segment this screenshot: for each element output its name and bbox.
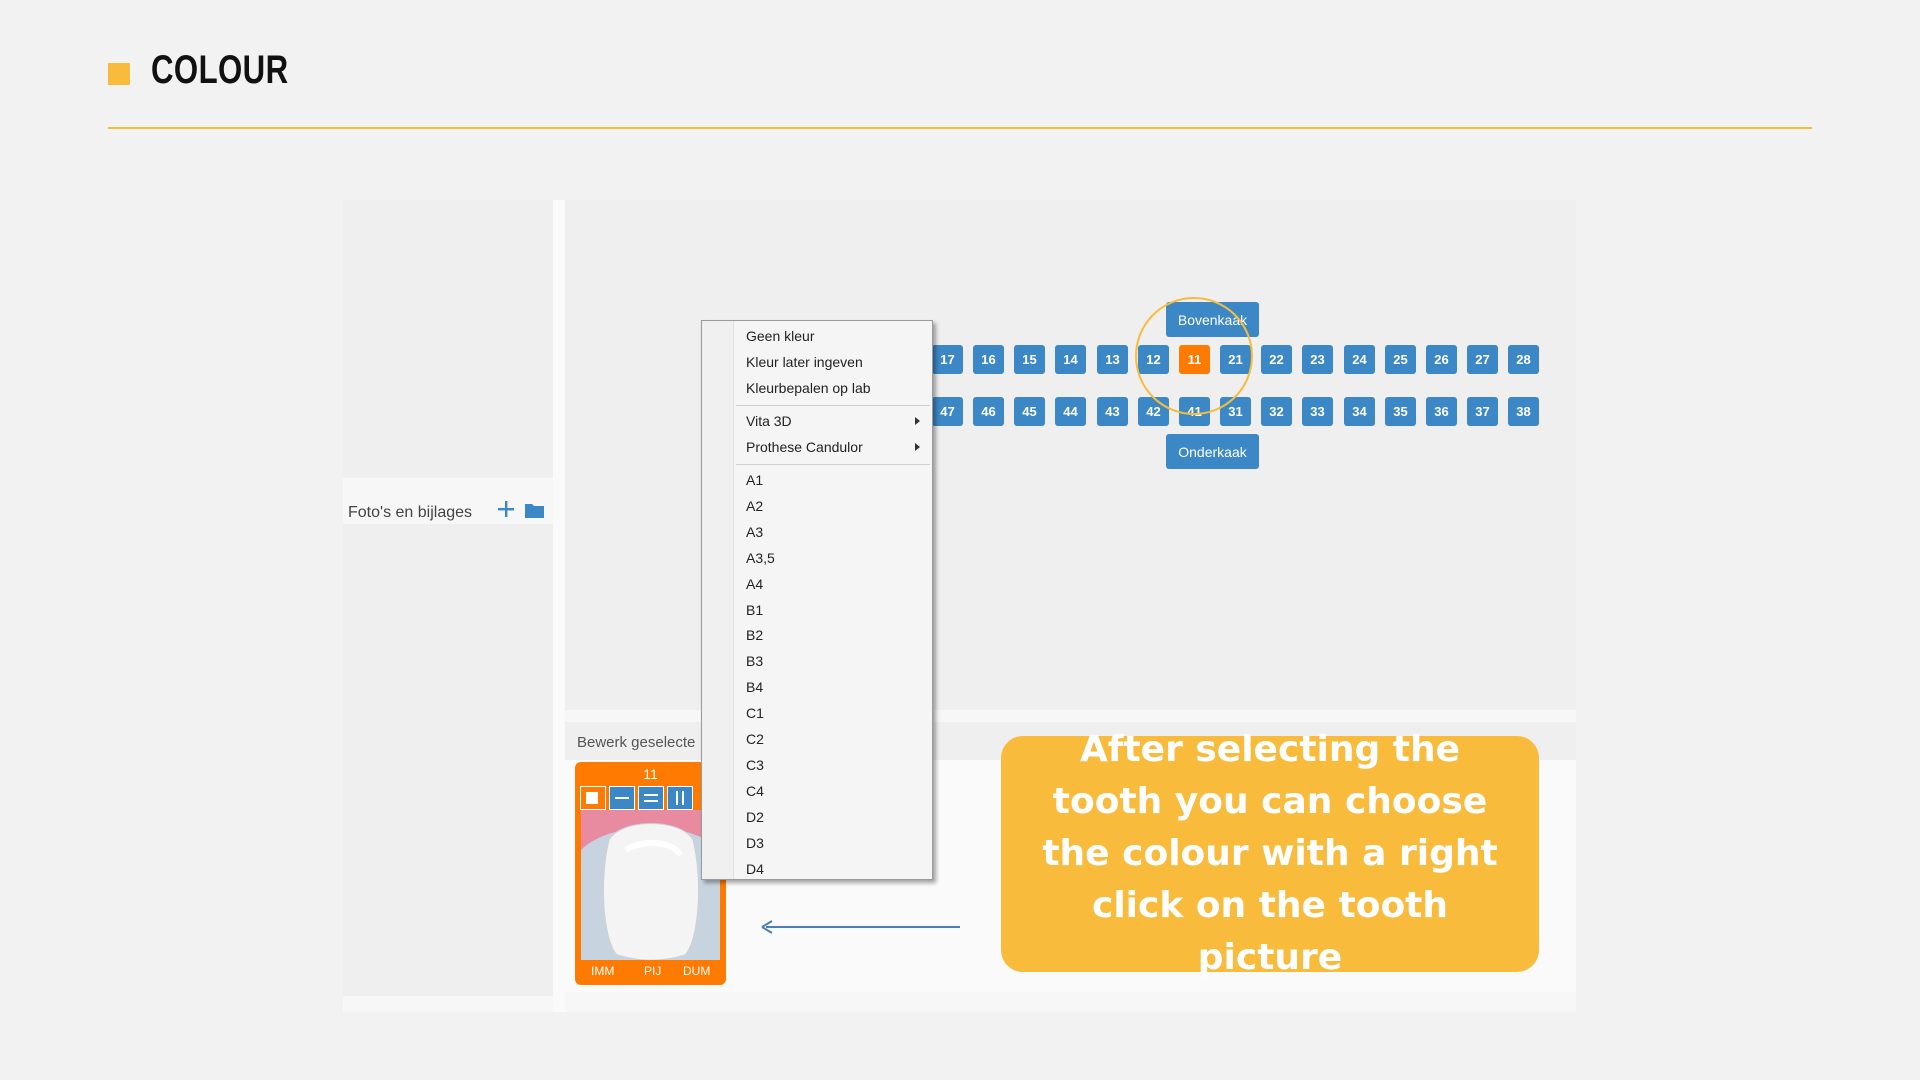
slide-title: COLOUR bbox=[151, 48, 289, 92]
left-panel-bottom bbox=[343, 524, 553, 996]
card-footer-dum[interactable]: DUM bbox=[683, 964, 710, 978]
panel-separator bbox=[553, 200, 565, 1012]
submenu-arrow-icon bbox=[915, 417, 920, 425]
tooth-23[interactable]: 23 bbox=[1302, 345, 1333, 374]
title-divider bbox=[108, 127, 1812, 129]
tooth-38[interactable]: 38 bbox=[1508, 397, 1539, 426]
tooth-25[interactable]: 25 bbox=[1385, 345, 1416, 374]
menu-item-shade[interactable]: A3 bbox=[746, 520, 926, 544]
menu-item-shade[interactable]: B2 bbox=[746, 623, 926, 647]
menu-item-shade[interactable]: C4 bbox=[746, 779, 926, 803]
plus-icon[interactable] bbox=[497, 500, 515, 518]
menu-item-shade[interactable]: D3 bbox=[746, 831, 926, 855]
menu-item-shade[interactable]: C3 bbox=[746, 753, 926, 777]
tooth-24[interactable]: 24 bbox=[1344, 345, 1375, 374]
tooth-43[interactable]: 43 bbox=[1097, 397, 1128, 426]
menu-item-shade[interactable]: C1 bbox=[746, 701, 926, 725]
tooth-17[interactable]: 17 bbox=[932, 345, 963, 374]
menu-item-option[interactable]: Geen kleur bbox=[746, 324, 926, 348]
menu-icon-gutter bbox=[702, 321, 734, 879]
instruction-callout: After selecting the tooth you can choose… bbox=[1001, 729, 1539, 978]
tooth-15[interactable]: 15 bbox=[1014, 345, 1045, 374]
selection-highlight-circle bbox=[1135, 297, 1253, 415]
card-footer-imm[interactable]: IMM bbox=[591, 964, 614, 978]
photos-attachments-label: Foto's en bijlages bbox=[348, 504, 473, 521]
single-view-icon[interactable] bbox=[580, 786, 606, 810]
edit-panel-label: Bewerk geselecte bbox=[577, 734, 696, 751]
tooth-16[interactable]: 16 bbox=[973, 345, 1004, 374]
menu-item-shade[interactable]: A2 bbox=[746, 494, 926, 518]
menu-item-shade[interactable]: D4 bbox=[746, 857, 926, 881]
two-lines-icon[interactable] bbox=[638, 786, 664, 810]
menu-item-shade[interactable]: B4 bbox=[746, 675, 926, 699]
tooth-14[interactable]: 14 bbox=[1055, 345, 1086, 374]
callout-text: After selecting the tooth you can choose… bbox=[1042, 729, 1498, 978]
tooth-34[interactable]: 34 bbox=[1344, 397, 1375, 426]
menu-separator bbox=[736, 464, 930, 465]
menu-item-option[interactable]: Kleurbepalen op lab bbox=[746, 376, 926, 400]
one-line-icon[interactable] bbox=[609, 786, 635, 810]
menu-item-option[interactable]: Kleur later ingeven bbox=[746, 350, 926, 374]
menu-item-shade[interactable]: A3,5 bbox=[746, 546, 926, 570]
submenu-arrow-icon bbox=[915, 443, 920, 451]
menu-item-submenu[interactable]: Vita 3D bbox=[746, 409, 926, 433]
tooth-46[interactable]: 46 bbox=[973, 397, 1004, 426]
tooth-28[interactable]: 28 bbox=[1508, 345, 1539, 374]
tooth-37[interactable]: 37 bbox=[1467, 397, 1498, 426]
menu-item-shade[interactable]: B3 bbox=[746, 649, 926, 673]
left-panel-top bbox=[343, 200, 553, 478]
menu-item-submenu[interactable]: Prothese Candulor bbox=[746, 435, 926, 459]
menu-item-shade[interactable]: B1 bbox=[746, 598, 926, 622]
card-footer-pij[interactable]: PIJ bbox=[644, 964, 661, 978]
lower-jaw-button[interactable]: Onderkaak bbox=[1166, 434, 1259, 469]
tooth-22[interactable]: 22 bbox=[1261, 345, 1292, 374]
tooth-44[interactable]: 44 bbox=[1055, 397, 1086, 426]
pointer-arrow bbox=[761, 920, 960, 934]
columns-icon[interactable] bbox=[667, 786, 693, 810]
tooth-35[interactable]: 35 bbox=[1385, 397, 1416, 426]
menu-separator bbox=[736, 405, 930, 406]
tooth-33[interactable]: 33 bbox=[1302, 397, 1333, 426]
title-bullet bbox=[108, 63, 130, 85]
tooth-26[interactable]: 26 bbox=[1426, 345, 1457, 374]
tooth-45[interactable]: 45 bbox=[1014, 397, 1045, 426]
tooth-27[interactable]: 27 bbox=[1467, 345, 1498, 374]
menu-item-shade[interactable]: D2 bbox=[746, 805, 926, 829]
tooth-image[interactable] bbox=[581, 810, 720, 960]
menu-item-shade[interactable]: A1 bbox=[746, 468, 926, 492]
folder-icon[interactable] bbox=[525, 503, 544, 518]
menu-item-shade[interactable]: A4 bbox=[746, 572, 926, 596]
tooth-36[interactable]: 36 bbox=[1426, 397, 1457, 426]
tooth-47[interactable]: 47 bbox=[932, 397, 963, 426]
menu-item-shade[interactable]: C2 bbox=[746, 727, 926, 751]
tooth-32[interactable]: 32 bbox=[1261, 397, 1292, 426]
tooth-13[interactable]: 13 bbox=[1097, 345, 1128, 374]
